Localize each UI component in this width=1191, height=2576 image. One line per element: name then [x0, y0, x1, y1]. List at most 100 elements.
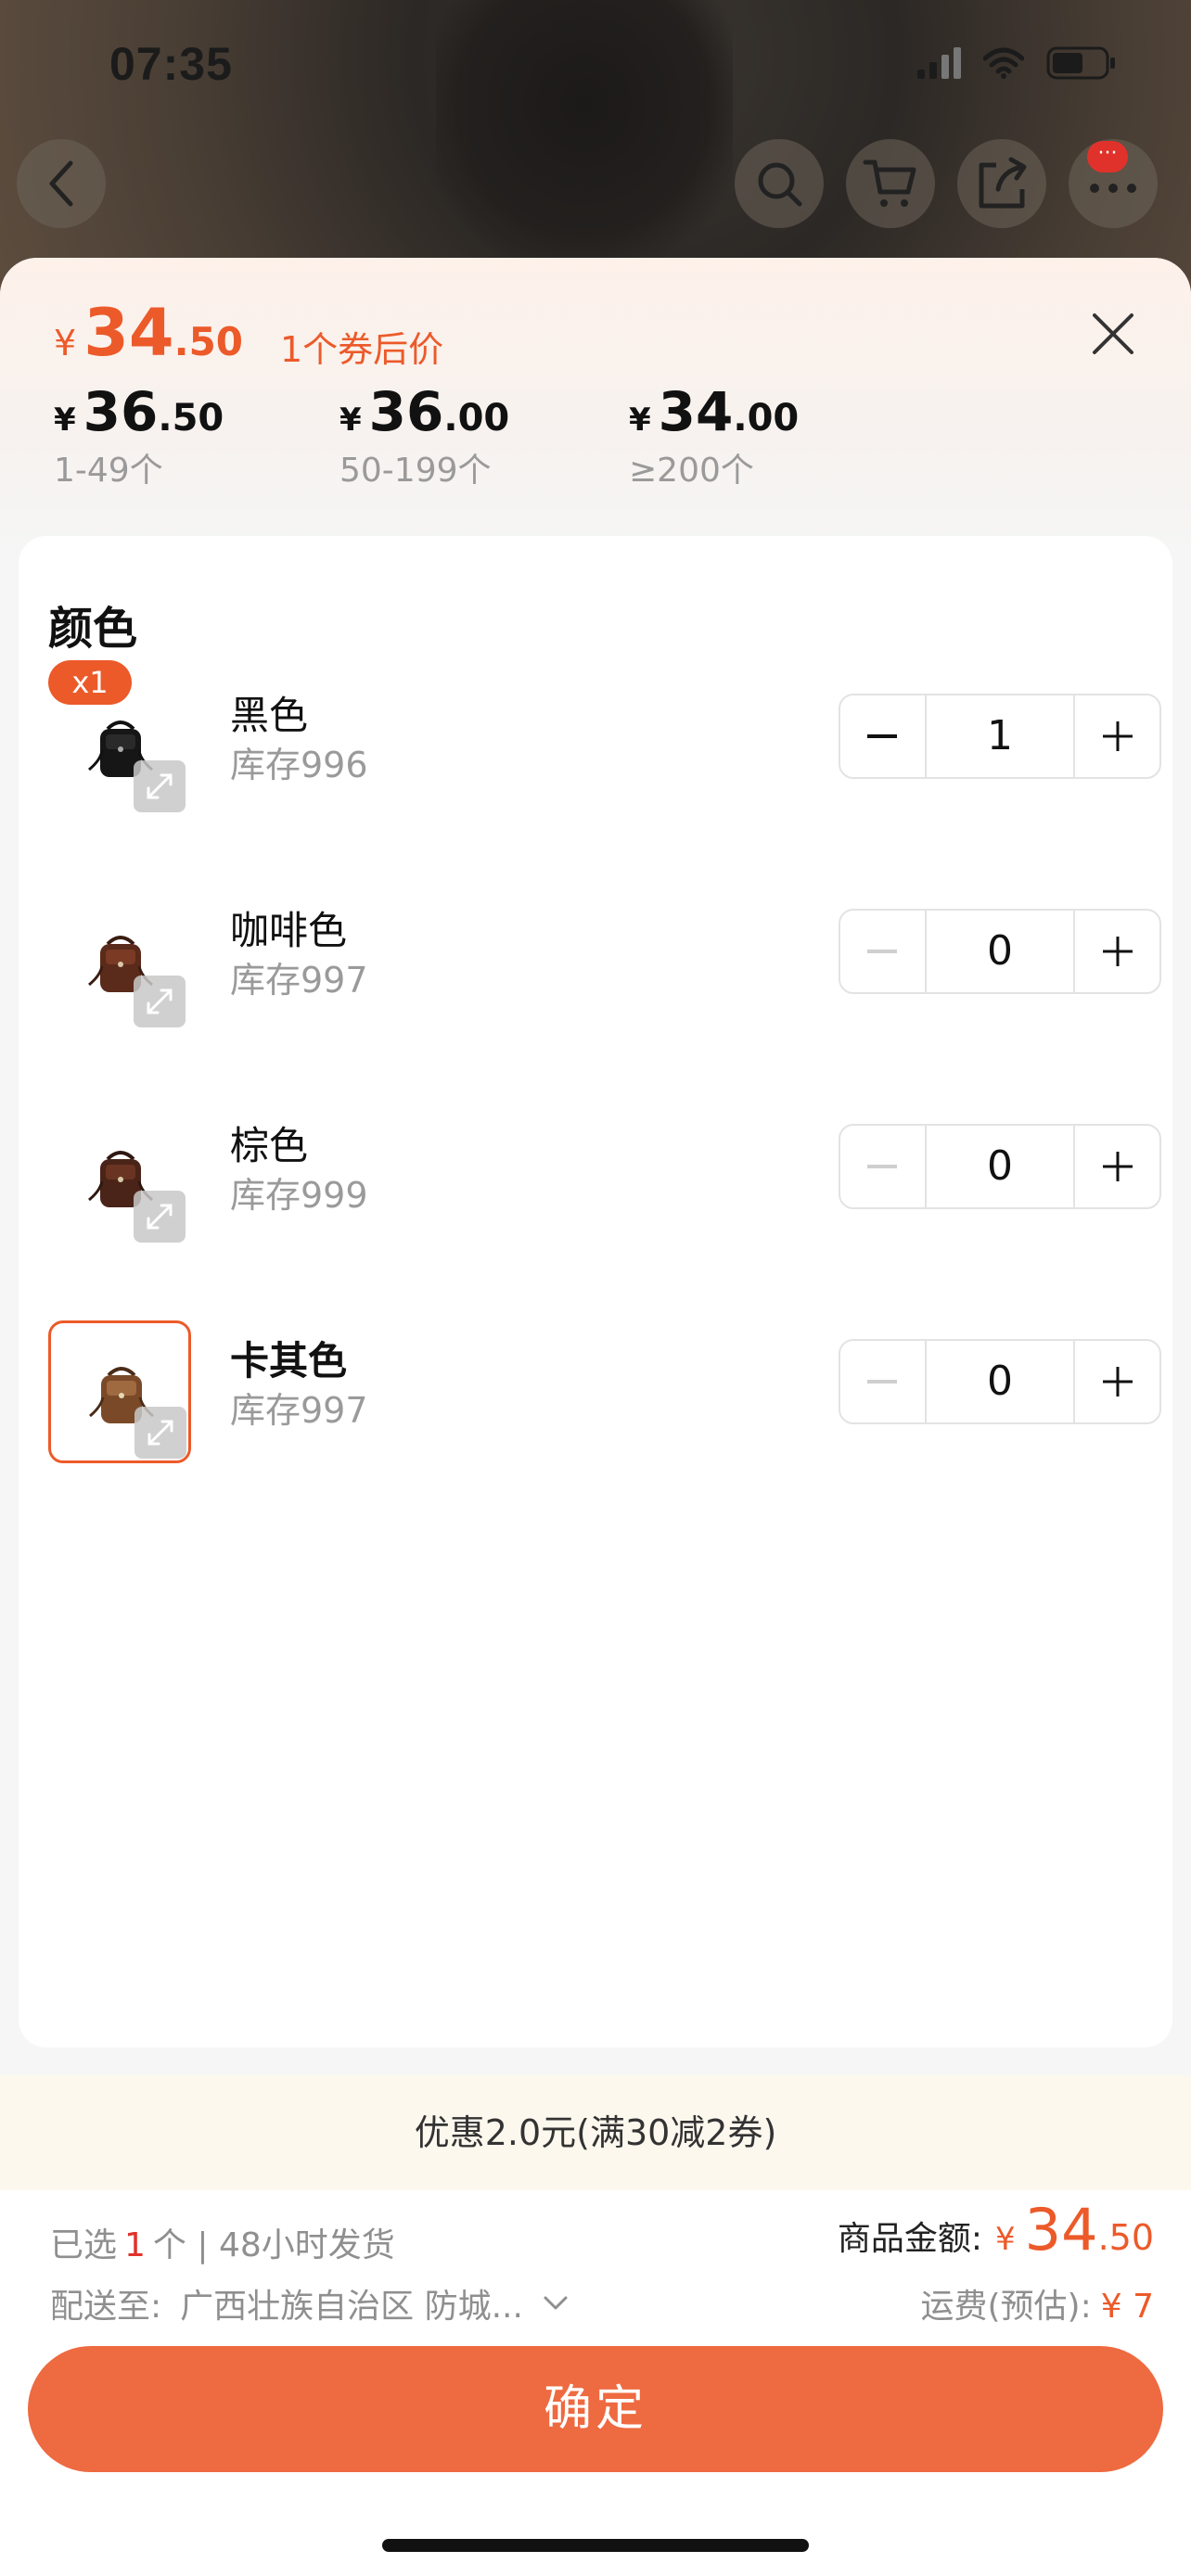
expand-image-button[interactable] [134, 1191, 186, 1243]
freight-label: 运费(预估): [920, 2288, 1092, 2326]
expand-icon [147, 773, 173, 799]
minus-icon [867, 1165, 898, 1168]
color-name: 咖啡色 [230, 908, 348, 953]
goods-amount: 商品金额: ¥ 34 .50 [838, 2196, 1154, 2264]
stock-count: 库存997 [230, 1390, 368, 1431]
close-button[interactable] [1085, 306, 1141, 362]
ship-label: 配送至: [50, 2288, 162, 2326]
minus-icon [867, 1380, 898, 1384]
tier-price-decimal: .00 [733, 397, 800, 440]
share-button[interactable] [957, 139, 1046, 228]
stock-count: 库存997 [230, 960, 368, 1001]
color-option-row[interactable]: 黑色 库存996 1 [48, 675, 1161, 823]
status-time: 07:35 [109, 38, 233, 90]
plus-icon [1102, 937, 1133, 966]
quantity-input[interactable]: 0 [924, 911, 1076, 992]
sku-selection-sheet: ¥ 34 .50 1个券后价 ¥ 36 .50 1-49个 ¥ 36 .00 5… [0, 258, 1191, 2576]
checkout-footer: 已选 1 个 | 48小时发货 配送至: 广西壮族自治区 防城... 商品金额: ¥… [0, 2190, 1191, 2576]
ship-address: 广西壮族自治区 防城... [180, 2288, 523, 2326]
expand-icon [147, 1204, 173, 1230]
increase-button[interactable] [1075, 911, 1159, 992]
price-tier: ¥ 34 .00 ≥200个 [629, 380, 799, 491]
tier-price-decimal: .50 [158, 397, 224, 440]
selected-count: 1 [124, 2226, 146, 2264]
color-option-row[interactable]: 棕色 库存999 0 [48, 1105, 1161, 1254]
expand-image-button[interactable] [134, 760, 186, 812]
tier-price-integer: 36 [83, 380, 159, 443]
increase-button[interactable] [1075, 695, 1159, 777]
goods-amount-decimal: .50 [1097, 2217, 1154, 2258]
expand-icon [147, 988, 173, 1014]
selected-prefix: 已选 [50, 2226, 118, 2264]
quantity-input[interactable]: 0 [924, 1341, 1076, 1422]
currency-symbol: ¥ [54, 402, 76, 439]
tier-range: 1-49个 [54, 452, 163, 490]
price-tier: ¥ 36 .00 50-199个 [339, 380, 509, 491]
decrease-button[interactable] [840, 695, 925, 777]
decrease-button[interactable] [840, 1126, 925, 1207]
expand-image-button[interactable] [134, 1407, 186, 1459]
back-button[interactable] [17, 139, 106, 228]
goods-amount-label: 商品金额: [837, 2220, 983, 2258]
share-icon [979, 157, 1027, 209]
discount-promo-bar: 优惠2.0元(满30减2券) [0, 2075, 1191, 2190]
shipping-address-selector[interactable]: 配送至: 广西壮族自治区 防城... [50, 2279, 570, 2327]
decrease-button[interactable] [840, 911, 925, 992]
message-badge: ··· [1087, 141, 1128, 172]
minus-icon [867, 950, 898, 953]
search-icon [758, 162, 802, 207]
currency-symbol: ¥ [629, 402, 651, 439]
color-option-row[interactable]: 卡其色 库存997 0 [48, 1320, 1161, 1469]
tier-range: 50-199个 [339, 452, 492, 490]
selected-suffix: 个 | 48小时发货 [152, 2226, 395, 2264]
expand-image-button[interactable] [134, 976, 186, 1027]
background-figure [436, 0, 733, 260]
decrease-button[interactable] [840, 1341, 925, 1422]
home-indicator[interactable] [382, 2539, 809, 2552]
quantity-input[interactable]: 0 [924, 1126, 1076, 1207]
cart-icon [863, 159, 916, 207]
cart-button[interactable] [846, 139, 935, 228]
freight-value: ¥ 7 [1100, 2288, 1154, 2326]
chevron-down-icon [544, 2296, 568, 2310]
plus-icon [1102, 721, 1133, 751]
selection-summary: 已选 1 个 | 48小时发货 [50, 2218, 395, 2266]
tier-price-integer: 36 [368, 380, 444, 443]
signal-icon [917, 47, 961, 79]
tier-price-decimal: .00 [443, 397, 510, 440]
price-decimal: .50 [173, 319, 244, 364]
price-header: ¥ 34 .50 1个券后价 ¥ 36 .50 1-49个 ¥ 36 .00 5… [0, 258, 1191, 555]
confirm-button[interactable]: 确定 [28, 2346, 1163, 2472]
section-title: 颜色 [48, 603, 138, 655]
battery-icon [1046, 46, 1117, 80]
color-options-card: 颜色 x1 黑色 库存996 1 咖啡色 库存997 0 棕色 库存999 0 … [19, 536, 1172, 2047]
color-name: 黑色 [230, 693, 309, 738]
price-tier: ¥ 36 .50 1-49个 [54, 380, 224, 491]
coupon-price-label: 1个券后价 [280, 329, 444, 370]
minus-icon [867, 734, 898, 738]
price-integer: 34 [83, 295, 174, 371]
expand-icon [147, 1420, 173, 1446]
search-button[interactable] [735, 139, 824, 228]
quantity-stepper: 1 [839, 694, 1161, 779]
selected-count-badge: x1 [48, 660, 132, 705]
goods-amount-integer: 34 [1024, 2196, 1098, 2264]
increase-button[interactable] [1075, 1126, 1159, 1207]
color-thumbnail[interactable] [48, 890, 191, 1033]
status-icons [917, 46, 1117, 80]
stock-count: 库存999 [230, 1175, 368, 1216]
wifi-icon [983, 47, 1024, 79]
chevron-left-icon [49, 160, 73, 207]
tier-range: ≥200个 [629, 452, 754, 490]
color-thumbnail[interactable] [48, 1105, 191, 1248]
currency-symbol: ¥ [995, 2221, 1016, 2258]
color-thumbnail-selected[interactable] [48, 1320, 191, 1463]
color-name: 棕色 [230, 1123, 309, 1168]
increase-button[interactable] [1075, 1341, 1159, 1422]
quantity-input[interactable]: 1 [924, 695, 1076, 777]
freight-estimate: 运费(预估): ¥ 7 [921, 2279, 1155, 2327]
color-option-row[interactable]: 咖啡色 库存997 0 [48, 890, 1161, 1039]
close-icon [1093, 313, 1133, 354]
plus-icon [1102, 1152, 1133, 1181]
tier-price-integer: 34 [658, 380, 734, 443]
